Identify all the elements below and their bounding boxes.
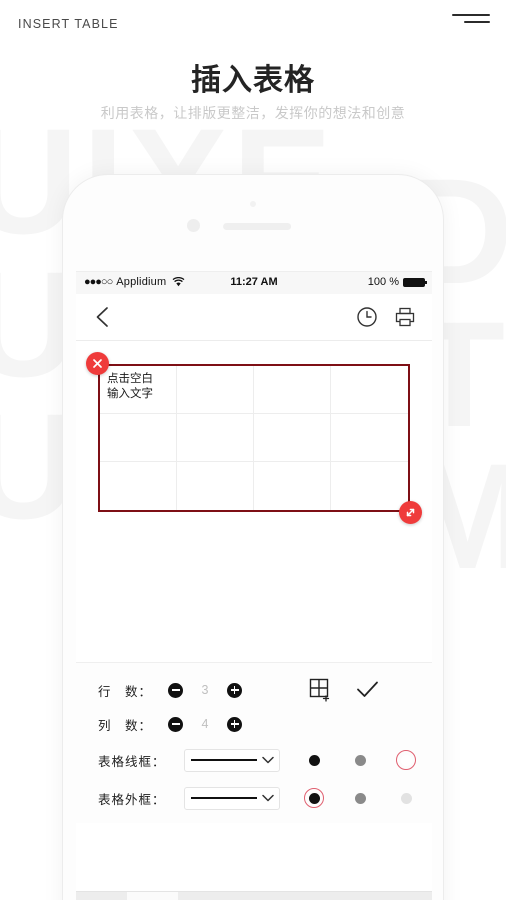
panel-actions xyxy=(308,677,380,702)
status-bar-right: 100 % xyxy=(367,276,427,288)
table-grid[interactable]: 点击空白 输入文字 xyxy=(98,364,410,512)
outer-border-swatches xyxy=(304,788,416,808)
col-count-label: 列 数： xyxy=(98,718,153,733)
chevron-down-icon xyxy=(262,794,274,802)
inner-swatch-black[interactable] xyxy=(304,750,324,770)
inner-border-style-select[interactable] xyxy=(184,748,280,772)
table-cell[interactable] xyxy=(331,414,408,462)
resize-diagonal-icon[interactable] xyxy=(399,501,422,524)
close-x-icon[interactable] xyxy=(86,352,109,375)
proximity-sensor-icon xyxy=(187,219,200,232)
top-bar: INSERT TABLE xyxy=(0,0,506,46)
page-subtitle: 利用表格，让排版更整洁，发挥你的想法和创意 xyxy=(100,105,406,121)
table-cell[interactable] xyxy=(177,462,254,510)
earpiece-speaker xyxy=(223,223,292,230)
app-nav-bar xyxy=(76,294,432,341)
barcode-tool-button[interactable] xyxy=(330,892,381,900)
front-camera-icon xyxy=(250,201,256,207)
col-count-value: 4 xyxy=(201,717,209,731)
table-cell[interactable] xyxy=(100,414,177,462)
page-kicker: INSERT TABLE xyxy=(18,17,119,31)
line-preview-thin xyxy=(191,759,257,761)
back-chevron-icon[interactable] xyxy=(94,306,110,328)
shape-tool-button[interactable] xyxy=(279,892,330,900)
outer-border-label: 表格外框： xyxy=(98,792,166,807)
inner-border-swatches xyxy=(304,750,416,770)
table-cell[interactable]: 点击空白 输入文字 xyxy=(100,366,177,414)
col-decrement-button[interactable] xyxy=(168,716,183,732)
phone-mockup: ●●●○○ Applidium 11:27 AM 100 % 点击空白 输入文字… xyxy=(62,174,444,900)
row-count-row: 行 数： 3 xyxy=(76,673,432,707)
inner-border-row: 表格线框： xyxy=(76,741,432,779)
table-cell[interactable] xyxy=(331,366,408,414)
table-options-panel: 行 数： 3 列 数： 4 表格线框： 表格外框： xyxy=(76,662,432,823)
col-count-stepper: 4 xyxy=(168,716,242,732)
media-tool-button[interactable] xyxy=(228,892,279,900)
col-increment-button[interactable] xyxy=(227,716,242,732)
table-cell[interactable] xyxy=(254,366,331,414)
table-add-icon[interactable] xyxy=(308,677,333,702)
row-decrement-button[interactable] xyxy=(168,682,183,698)
table-tool-button[interactable] xyxy=(126,891,178,900)
document-canvas[interactable]: 点击空白 输入文字 xyxy=(76,341,432,662)
page-title: 插入表格 xyxy=(191,64,315,97)
battery-percent-label: 100 % xyxy=(367,276,399,288)
table-cell[interactable] xyxy=(331,462,408,510)
table-cell[interactable] xyxy=(100,462,177,510)
bottom-toolbar: A xyxy=(76,891,432,900)
inner-swatch-gray[interactable] xyxy=(350,750,370,770)
checkmark-icon[interactable] xyxy=(355,677,380,702)
outer-swatch-black[interactable] xyxy=(304,788,324,808)
outer-border-row: 表格外框： xyxy=(76,779,432,817)
phone-screen: ●●●○○ Applidium 11:27 AM 100 % 点击空白 输入文字… xyxy=(76,271,432,900)
table-cell[interactable] xyxy=(254,462,331,510)
camera-tool-button[interactable] xyxy=(178,892,229,900)
printer-icon[interactable] xyxy=(394,306,416,328)
text-tool-button[interactable]: A xyxy=(76,892,127,900)
inner-border-label: 表格线框： xyxy=(98,754,166,769)
clock-icon[interactable] xyxy=(356,306,378,328)
hamburger-menu-icon[interactable] xyxy=(452,14,490,28)
status-bar: ●●●○○ Applidium 11:27 AM 100 % xyxy=(76,271,432,294)
battery-icon xyxy=(403,277,427,287)
brush-tool-button[interactable] xyxy=(381,892,432,900)
outer-swatch-gray[interactable] xyxy=(350,788,370,808)
outer-swatch-light-gray[interactable] xyxy=(396,788,416,808)
row-increment-button[interactable] xyxy=(227,682,242,698)
row-count-value: 3 xyxy=(201,683,209,697)
table-cell[interactable] xyxy=(254,414,331,462)
table-cell[interactable] xyxy=(177,366,254,414)
line-preview-thick xyxy=(191,796,257,800)
col-count-row: 列 数： 4 xyxy=(76,707,432,741)
nav-bar-actions xyxy=(356,306,416,328)
inner-swatch-white[interactable] xyxy=(396,750,416,770)
outer-border-style-select[interactable] xyxy=(184,786,280,810)
row-count-label: 行 数： xyxy=(98,684,153,699)
row-count-stepper: 3 xyxy=(168,682,242,698)
page-root: UIXE UFTE UDNG AND OUT ANM INSERT TABLE … xyxy=(0,0,506,900)
table-cell[interactable] xyxy=(177,414,254,462)
table-widget[interactable]: 点击空白 输入文字 xyxy=(86,352,422,524)
chevron-down-icon xyxy=(262,756,274,764)
